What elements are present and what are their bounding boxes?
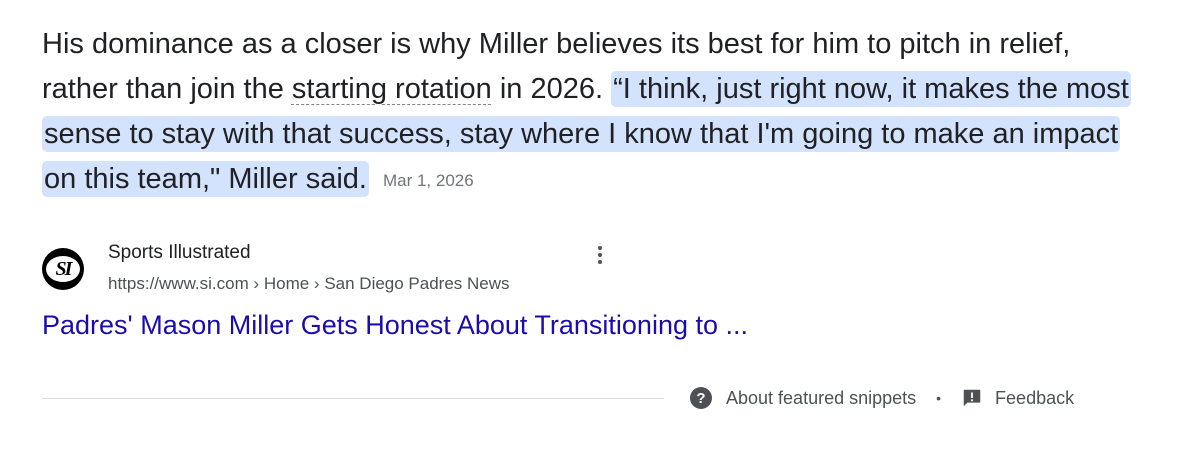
- snippet-text-mid: in 2026.: [491, 73, 612, 105]
- featured-snippet-text: His dominance as a closer is why Miller …: [42, 22, 1152, 203]
- starting-rotation-term[interactable]: starting rotation: [292, 73, 492, 105]
- result-title-link[interactable]: Padres' Mason Miller Gets Honest About T…: [42, 310, 748, 341]
- footer-divider: [42, 398, 664, 399]
- source-site-name[interactable]: Sports Illustrated: [108, 242, 251, 264]
- help-icon[interactable]: ?: [690, 387, 712, 409]
- more-vert-icon[interactable]: [590, 242, 610, 268]
- sports-illustrated-logo[interactable]: SI: [42, 248, 84, 290]
- source-block: SI Sports Illustrated https://www.si.com…: [42, 240, 622, 300]
- footer-separator: •: [936, 390, 942, 406]
- source-url-breadcrumb[interactable]: https://www.si.com › Home › San Diego Pa…: [108, 274, 510, 294]
- feedback-link[interactable]: Feedback: [995, 388, 1074, 409]
- snippet-footer: ? About featured snippets • Feedback: [690, 385, 1074, 411]
- about-featured-snippets-link[interactable]: About featured snippets: [726, 388, 916, 409]
- feedback-icon[interactable]: [961, 387, 983, 409]
- snippet-date: Mar 1, 2026: [382, 171, 474, 190]
- si-logo-text: SI: [46, 256, 80, 282]
